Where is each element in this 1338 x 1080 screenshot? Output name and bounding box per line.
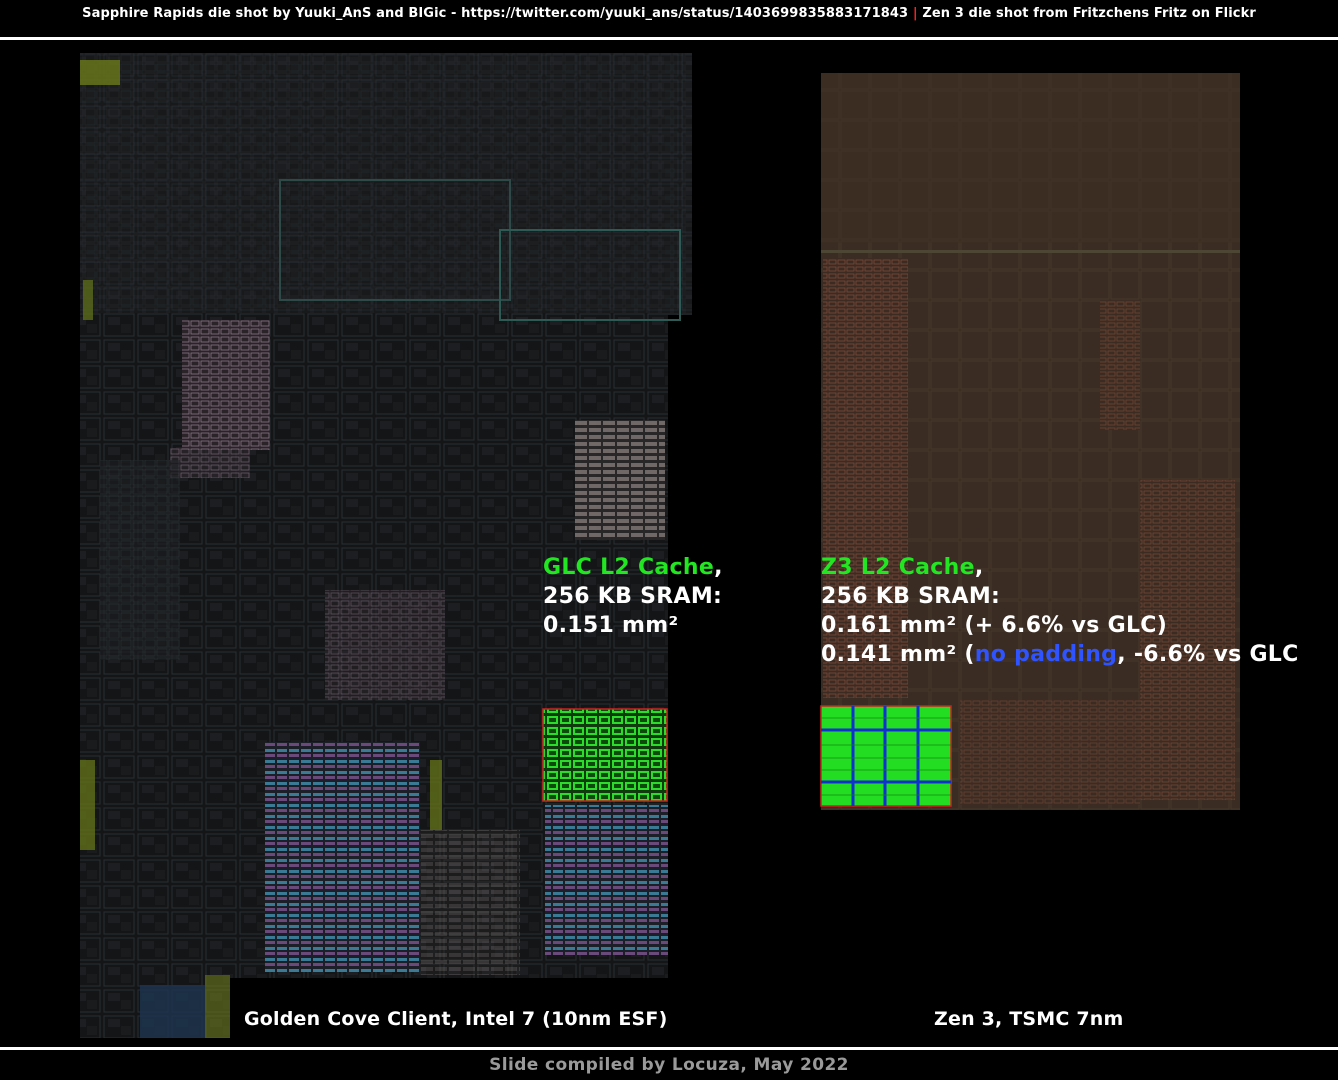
z3-l2-area-no-padding-delta: , -6.6% vs GLC xyxy=(1117,642,1299,667)
glc-l2-name: GLC L2 Cache xyxy=(543,555,715,580)
glc-l2-area: 0.151 mm² xyxy=(543,613,679,638)
golden-cove-caption: Golden Cove Client, Intel 7 (10nm ESF) xyxy=(244,1008,668,1030)
z3-l2-label: Z3 L2 Cache, 256 KB SRAM: 0.161 mm² (+ 6… xyxy=(821,553,1338,669)
z3-l2-area-no-padding: 0.141 mm² (no padding, -6.6% vs GLC xyxy=(821,640,1338,669)
no-padding-highlight: no padding xyxy=(974,642,1118,667)
top-divider xyxy=(0,37,1338,40)
golden-cove-die-image xyxy=(80,53,1240,1038)
z3-l2-area: 0.161 mm² (+ 6.6% vs GLC) xyxy=(821,613,1168,638)
slide-footer: Slide compiled by Locuza, May 2022 xyxy=(489,1055,849,1075)
credits-separator: | xyxy=(912,6,918,21)
credits-line: Sapphire Rapids die shot by Yuuki_AnS an… xyxy=(0,6,1338,30)
bottom-divider xyxy=(0,1047,1338,1050)
glc-l2-comma: , xyxy=(714,555,723,580)
z3-l2-area-no-padding-value: 0.141 mm² ( xyxy=(821,642,975,667)
z3-l2-capacity: 256 KB SRAM: xyxy=(821,584,1001,609)
credits-zen-source: Zen 3 die shot from Fritzchens Fritz on … xyxy=(922,6,1256,21)
credits-intel-source: Sapphire Rapids die shot by Yuuki_AnS an… xyxy=(82,6,909,21)
zen3-caption: Zen 3, TSMC 7nm xyxy=(934,1008,1124,1030)
glc-l2-capacity: 256 KB SRAM: xyxy=(543,584,723,609)
glc-l2-label: GLC L2 Cache, 256 KB SRAM: 0.151 mm² xyxy=(543,553,723,640)
z3-l2-comma: , xyxy=(974,555,984,580)
z3-l2-name: Z3 L2 Cache xyxy=(821,555,975,580)
